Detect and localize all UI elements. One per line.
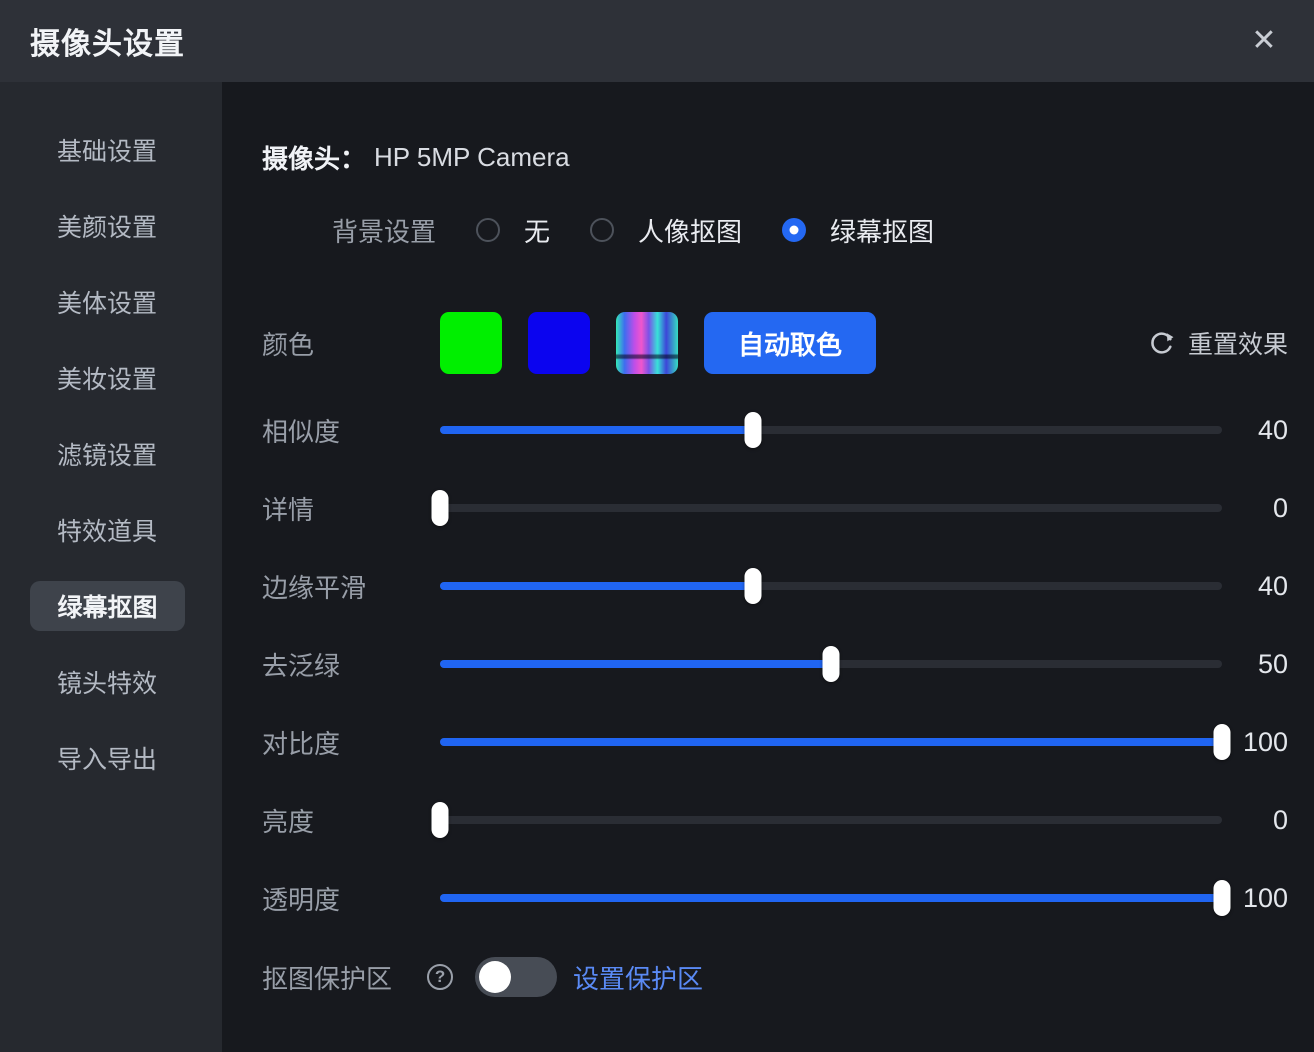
- slider-row-opacity: 透明度 100: [262, 878, 1288, 918]
- green-swatch[interactable]: [440, 312, 502, 374]
- slider-thumb[interactable]: [823, 646, 840, 682]
- slider-row-similarity: 相似度 40: [262, 410, 1288, 450]
- protection-toggle[interactable]: [475, 957, 557, 997]
- slider-value: 100: [1222, 727, 1288, 758]
- slider-track[interactable]: [440, 504, 1222, 512]
- slider-value: 40: [1222, 571, 1288, 602]
- protection-label: 抠图保护区: [262, 959, 392, 996]
- color-label: 颜色: [262, 325, 440, 362]
- slider-label: 相似度: [262, 412, 440, 449]
- radio-circle-icon[interactable]: [476, 218, 500, 242]
- auto-pick-color-button[interactable]: 自动取色: [704, 312, 876, 374]
- help-icon[interactable]: ?: [427, 964, 453, 990]
- radio-greenscreen-keying[interactable]: 绿幕抠图: [782, 212, 934, 249]
- color-row: 颜色 自动取色 重置效果: [262, 312, 1288, 374]
- slider-thumb[interactable]: [744, 568, 761, 604]
- slider-track[interactable]: [440, 660, 1222, 668]
- slider-row-contrast: 对比度 100: [262, 722, 1288, 762]
- sidebar-item-greenscreen[interactable]: 绿幕抠图: [0, 568, 222, 644]
- sidebar-item-effects-props[interactable]: 特效道具: [0, 492, 222, 568]
- sidebar-item-import-export[interactable]: 导入导出: [0, 720, 222, 796]
- slider-track[interactable]: [440, 582, 1222, 590]
- slider-thumb[interactable]: [1214, 880, 1231, 916]
- slider-row-degreen: 去泛绿 50: [262, 644, 1288, 684]
- sidebar-item-makeup[interactable]: 美妆设置: [0, 340, 222, 416]
- slider-row-edge-smooth: 边缘平滑 40: [262, 566, 1288, 606]
- slider-label: 去泛绿: [262, 646, 440, 683]
- radio-portrait-keying[interactable]: 人像抠图: [590, 212, 742, 249]
- radio-circle-icon[interactable]: [590, 218, 614, 242]
- slider-label: 亮度: [262, 802, 440, 839]
- sidebar-item-beauty[interactable]: 美颜设置: [0, 188, 222, 264]
- reset-effects-button[interactable]: 重置效果: [1148, 325, 1288, 361]
- greenscreen-settings-panel: 摄像头： HP 5MP Camera 背景设置 无 人像抠图 绿幕抠图 颜色 自…: [222, 82, 1314, 1052]
- keying-protection-row: 抠图保护区 ? 设置保护区: [262, 955, 1288, 999]
- close-icon[interactable]: ✕: [1232, 0, 1296, 82]
- slider-track[interactable]: [440, 738, 1222, 746]
- reset-effects-label: 重置效果: [1188, 325, 1288, 361]
- slider-track[interactable]: [440, 894, 1222, 902]
- blue-swatch[interactable]: [528, 312, 590, 374]
- camera-label: 摄像头：: [262, 139, 366, 176]
- camera-name: HP 5MP Camera: [374, 142, 570, 173]
- slider-value: 100: [1222, 883, 1288, 914]
- sidebar-item-lens-effects[interactable]: 镜头特效: [0, 644, 222, 720]
- settings-sidebar: 基础设置 美颜设置 美体设置 美妆设置 滤镜设置 特效道具 绿幕抠图 镜头特效 …: [0, 82, 222, 1052]
- slider-row-brightness: 亮度 0: [262, 800, 1288, 840]
- dialog-title: 摄像头设置: [30, 19, 185, 63]
- slider-thumb[interactable]: [1214, 724, 1231, 760]
- slider-track[interactable]: [440, 816, 1222, 824]
- slider-value: 50: [1222, 649, 1288, 680]
- slider-thumb[interactable]: [744, 412, 761, 448]
- slider-label: 详情: [262, 490, 440, 527]
- sidebar-item-body[interactable]: 美体设置: [0, 264, 222, 340]
- slider-value: 40: [1222, 415, 1288, 446]
- slider-track[interactable]: [440, 426, 1222, 434]
- slider-row-detail: 详情 0: [262, 488, 1288, 528]
- toggle-knob: [479, 961, 511, 993]
- custom-gradient-swatch[interactable]: [616, 312, 678, 374]
- radio-none[interactable]: 无: [476, 212, 550, 249]
- slider-label: 边缘平滑: [262, 568, 440, 605]
- sidebar-item-basic[interactable]: 基础设置: [0, 112, 222, 188]
- refresh-icon: [1148, 329, 1176, 357]
- background-setting-label: 背景设置: [332, 212, 436, 249]
- slider-label: 透明度: [262, 880, 440, 917]
- slider-value: 0: [1222, 805, 1288, 836]
- radio-circle-icon[interactable]: [782, 218, 806, 242]
- set-protection-area-link[interactable]: 设置保护区: [573, 959, 703, 996]
- camera-row: 摄像头： HP 5MP Camera: [262, 139, 1288, 175]
- slider-thumb[interactable]: [432, 802, 449, 838]
- slider-label: 对比度: [262, 724, 440, 761]
- sidebar-item-filter[interactable]: 滤镜设置: [0, 416, 222, 492]
- slider-thumb[interactable]: [432, 490, 449, 526]
- background-setting-row: 背景设置 无 人像抠图 绿幕抠图: [262, 213, 1288, 247]
- titlebar: 摄像头设置 ✕: [0, 0, 1314, 82]
- slider-value: 0: [1222, 493, 1288, 524]
